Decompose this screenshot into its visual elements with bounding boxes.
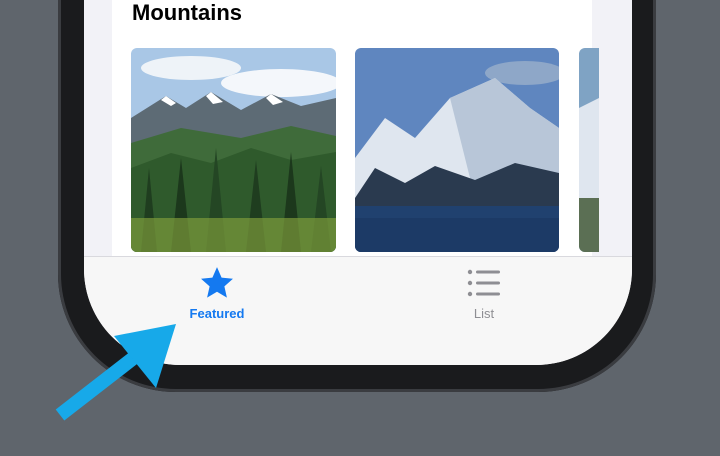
mountain-photo-forest[interactable]: [131, 48, 336, 252]
mountain-photo-partial[interactable]: [579, 48, 599, 252]
app-screen: Mountains Featured List: [84, 0, 632, 365]
list-icon: [464, 265, 504, 301]
tab-list-label: List: [473, 306, 495, 321]
mountain-photo-lake-image: [355, 48, 559, 252]
tab-list[interactable]: List: [424, 257, 544, 327]
mountain-photo-lake[interactable]: [355, 48, 559, 252]
tab-featured-label: Featured: [189, 306, 245, 321]
annotation-arrow-icon: [55, 324, 176, 421]
section-title: Mountains: [132, 0, 242, 25]
mountain-photo-partial-image: [579, 48, 599, 252]
tab-featured[interactable]: Featured: [157, 257, 277, 327]
star-icon: [197, 265, 237, 301]
mountain-photo-forest-image: [131, 48, 336, 252]
